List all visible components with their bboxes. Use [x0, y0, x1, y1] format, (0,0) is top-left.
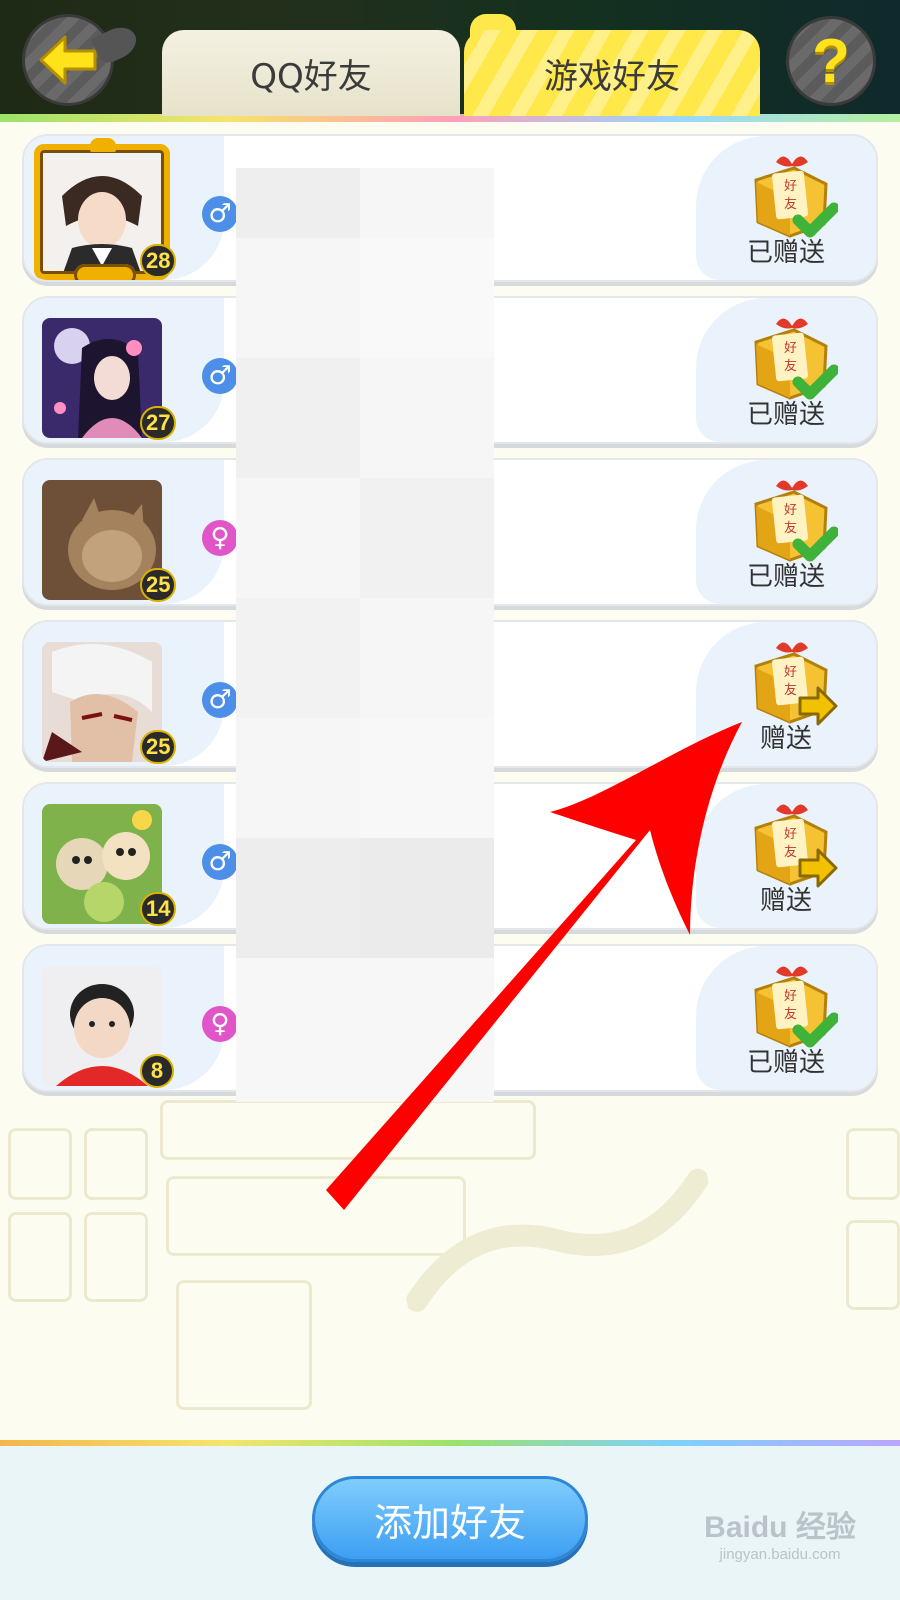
- gift-sent-button[interactable]: 好 友: [748, 960, 840, 1050]
- mosaic-cell: [360, 238, 494, 358]
- female-gender-icon: ♀: [202, 520, 238, 556]
- gift-status-label: 已赠送: [746, 1048, 825, 1078]
- gift-status-label: 已赠送: [746, 562, 825, 592]
- gift-status-label: 已赠送: [746, 400, 825, 430]
- gift-tag-text-1: 好: [784, 341, 797, 356]
- back-button[interactable]: [22, 14, 142, 106]
- bg-decor: [846, 1128, 900, 1200]
- gift-sent-button[interactable]: 好 友: [748, 312, 840, 402]
- mosaic-cell: [236, 598, 360, 718]
- gift-tag-text-1: 好: [784, 503, 797, 518]
- gift-tag-text-2: 友: [784, 196, 797, 212]
- help-icon: ?: [812, 26, 850, 96]
- level-badge: 8: [140, 1054, 174, 1088]
- male-gender-icon: ♂: [202, 196, 238, 232]
- back-arrow-icon: [39, 35, 97, 85]
- gift-status-label: 赠送: [759, 724, 812, 754]
- mosaic-cell: [360, 478, 494, 598]
- male-gender-icon: ♂: [202, 358, 238, 394]
- gamepad-icon: [74, 264, 136, 280]
- gift-sent-button[interactable]: 好 友: [748, 150, 840, 240]
- level-badge: 25: [140, 568, 177, 602]
- watermark-logo: Baidu 经验: [704, 1511, 856, 1544]
- tab-qq-friends[interactable]: QQ好友: [162, 30, 460, 116]
- gift-tag-text-2: 友: [784, 520, 797, 536]
- redacted-names: [236, 168, 494, 1102]
- mosaic-cell: [236, 838, 360, 958]
- male-gender-icon: ♂: [202, 844, 238, 880]
- gift-status-label: 已赠送: [746, 238, 825, 268]
- gift-tag-text-2: 友: [784, 844, 797, 860]
- gift-tag-text-1: 好: [784, 665, 797, 680]
- gift-tag-text-1: 好: [784, 827, 797, 842]
- bg-decor: [176, 1280, 312, 1410]
- level-badge: 14: [140, 892, 177, 926]
- tab-qq-friends-label: QQ好友: [250, 56, 372, 97]
- tab-game-friends[interactable]: 游戏好友: [464, 30, 760, 116]
- bg-decor: [8, 1128, 72, 1200]
- tab-game-friends-label: 游戏好友: [544, 56, 680, 97]
- gift-tag-text-2: 友: [784, 358, 797, 374]
- send-gift-button[interactable]: 好 友: [748, 798, 838, 888]
- mosaic-cell: [236, 168, 360, 238]
- gift-tag-text-2: 友: [784, 1006, 797, 1022]
- gift-sent-button[interactable]: 好 友: [748, 474, 840, 564]
- send-gift-button[interactable]: 好 友: [748, 636, 838, 726]
- mosaic-cell: [360, 718, 494, 838]
- mosaic-cell: [236, 358, 360, 478]
- bg-decor: [8, 1212, 72, 1302]
- frame-gem: [90, 138, 116, 152]
- bg-decor: [84, 1212, 148, 1302]
- mosaic-cell: [360, 838, 494, 958]
- bg-decor: [84, 1128, 148, 1200]
- bg-decor: [846, 1220, 900, 1310]
- gift-tag-text-1: 好: [784, 179, 797, 194]
- watermark-url: jingyan.baidu.com: [719, 1546, 841, 1563]
- add-friend-button[interactable]: 添加好友: [312, 1476, 588, 1562]
- female-gender-icon: ♀: [202, 1006, 238, 1042]
- level-badge: 25: [140, 730, 177, 764]
- gift-status-label: 赠送: [759, 886, 812, 916]
- mosaic-cell: [236, 958, 494, 1102]
- gift-tag-text-2: 友: [784, 682, 797, 698]
- male-gender-icon: ♂: [202, 682, 238, 718]
- level-badge: 27: [140, 406, 177, 440]
- level-badge: 28: [140, 244, 177, 278]
- baidu-watermark: Baidu 经验 jingyan.baidu.com: [690, 1502, 870, 1563]
- bg-decor: [160, 1100, 536, 1160]
- gift-tag-text-1: 好: [784, 989, 797, 1004]
- help-button[interactable]: ?: [786, 16, 876, 106]
- add-friend-label: 添加好友: [373, 1500, 526, 1545]
